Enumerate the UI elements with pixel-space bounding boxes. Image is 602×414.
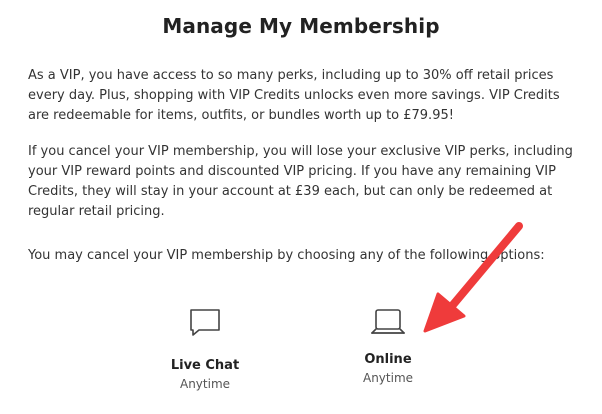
laptop-icon (368, 304, 408, 340)
cancel-warning-paragraph: If you cancel your VIP membership, you w… (28, 144, 573, 219)
manage-membership-page: Manage My Membership As a VIP, you have … (0, 0, 602, 414)
online-availability: Anytime (362, 371, 414, 385)
chat-bubble-icon (185, 304, 225, 340)
online-option[interactable]: Online Anytime (323, 304, 453, 385)
live-chat-availability: Anytime (179, 377, 231, 391)
live-chat-label: Live Chat (170, 358, 240, 373)
live-chat-option[interactable]: Live Chat Anytime (140, 304, 270, 391)
cancel-options-intro: You may cancel your VIP membership by ch… (28, 248, 545, 263)
online-label: Online (364, 352, 412, 367)
vip-perks-paragraph: As a VIP, you have access to so many per… (28, 68, 560, 123)
page-title: Manage My Membership (162, 14, 440, 38)
